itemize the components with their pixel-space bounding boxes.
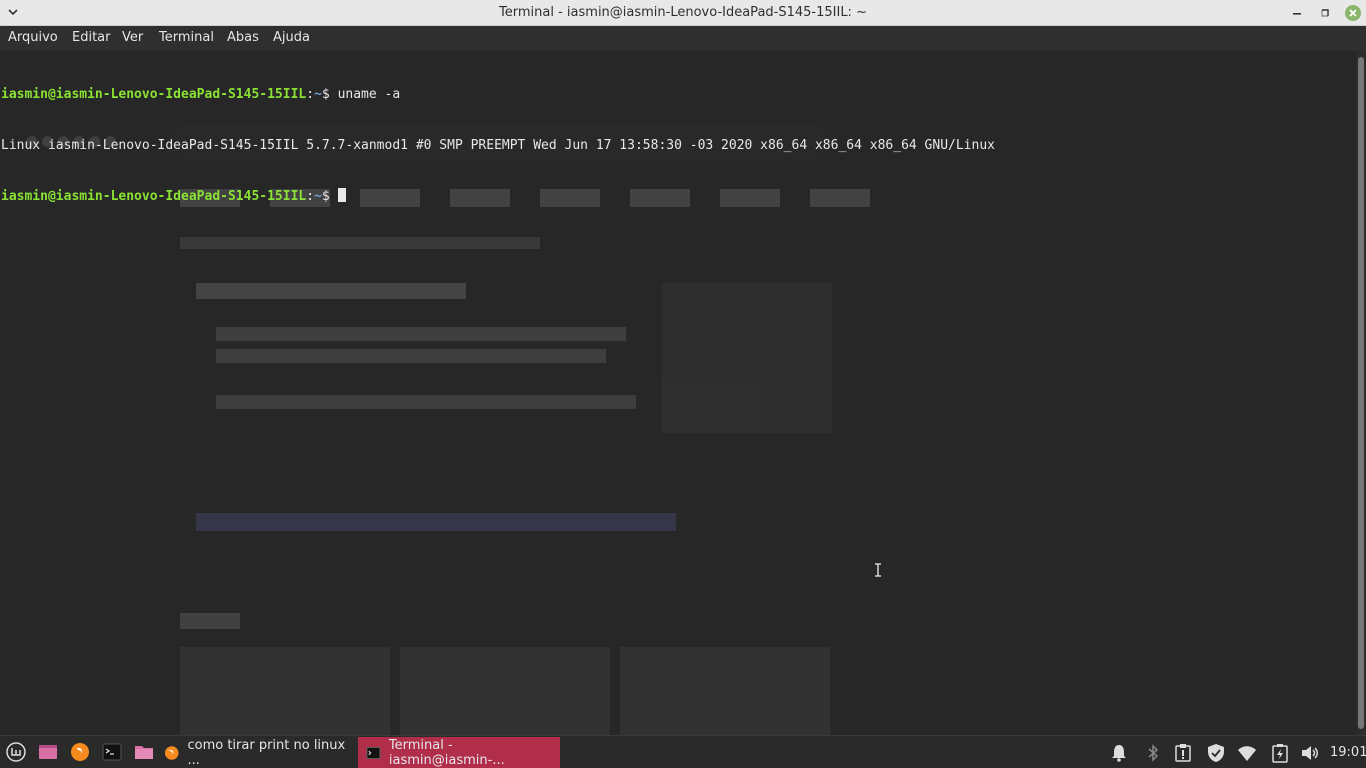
minimize-icon[interactable]	[1288, 4, 1306, 22]
terminal-area[interactable]: ●●●●●● iasmin@iasmin-Lenovo-IdeaPad-S145…	[0, 51, 1366, 735]
terminal-line: iasmin@iasmin-Lenovo-IdeaPad-S145-15IIL:…	[1, 87, 401, 102]
firefox-launcher-icon[interactable]	[70, 742, 90, 762]
shield-icon[interactable]	[1206, 743, 1226, 763]
menu-editar[interactable]: Editar	[72, 30, 111, 45]
terminal-icon	[366, 746, 381, 759]
bluetooth-icon[interactable]	[1143, 743, 1163, 763]
close-icon[interactable]	[1344, 4, 1362, 22]
mint-menu-icon[interactable]	[6, 742, 26, 762]
wifi-icon[interactable]	[1237, 743, 1257, 763]
scrollbar-thumb[interactable]	[1358, 57, 1364, 729]
mouse-ibeam-cursor-icon	[875, 563, 881, 577]
terminal-line: Linux iasmin-Lenovo-IdeaPad-S145-15IIL 5…	[1, 137, 995, 154]
task-firefox-window[interactable]: como tirar print no linux ...	[156, 737, 356, 768]
menu-ver[interactable]: Ver	[122, 30, 143, 45]
notifications-bell-icon[interactable]	[1109, 743, 1129, 763]
clock[interactable]: 19:01	[1330, 745, 1366, 760]
prompt-path: ~	[314, 87, 322, 102]
menu-terminal[interactable]: Terminal	[159, 30, 214, 45]
prompt-path: ~	[314, 189, 322, 204]
background-video-thumbnails	[180, 647, 830, 735]
background-snippet-card	[196, 283, 836, 463]
firefox-icon	[164, 745, 179, 760]
menu-bar: Arquivo Editar Ver Terminal Abas Ajuda	[0, 26, 1366, 51]
command-output: Linux iasmin-Lenovo-IdeaPad-S145-15IIL 5…	[1, 138, 995, 153]
task-label: Terminal - iasmin@iasmin-...	[388, 737, 505, 768]
background-result-link	[196, 513, 676, 531]
prompt-user-host: iasmin@iasmin-Lenovo-IdeaPad-S145-15IIL	[1, 189, 307, 204]
menu-arquivo[interactable]: Arquivo	[8, 30, 58, 45]
files-launcher-icon[interactable]	[134, 742, 154, 762]
taskbar: como tirar print no linux ... Terminal -…	[0, 735, 1366, 768]
task-terminal-window[interactable]: Terminal - iasmin@iasmin-...	[358, 737, 560, 768]
window-titlebar[interactable]: Terminal - iasmin@iasmin-Lenovo-IdeaPad-…	[0, 0, 1366, 26]
menu-abas[interactable]: Abas	[227, 30, 259, 45]
terminal-output: iasmin@iasmin-Lenovo-IdeaPad-S145-15IIL:…	[1, 52, 995, 239]
command-text: uname -a	[337, 87, 401, 102]
menu-ajuda[interactable]: Ajuda	[273, 30, 310, 45]
prompt-user-host: iasmin@iasmin-Lenovo-IdeaPad-S145-15IIL	[1, 87, 307, 102]
maximize-icon[interactable]	[1316, 4, 1334, 22]
background-videos-heading	[180, 613, 240, 629]
terminal-launcher-icon[interactable]	[102, 742, 122, 762]
terminal-scrollbar[interactable]	[1356, 51, 1366, 735]
clipboard-alert-icon[interactable]	[1173, 743, 1193, 763]
window-title: Terminal - iasmin@iasmin-Lenovo-IdeaPad-…	[499, 5, 867, 20]
volume-icon[interactable]	[1300, 743, 1320, 763]
text-cursor	[337, 188, 346, 202]
task-label: como tirar print no linux ...	[187, 737, 346, 768]
battery-charging-icon[interactable]	[1270, 743, 1290, 763]
terminal-line: iasmin@iasmin-Lenovo-IdeaPad-S145-15IIL:…	[1, 188, 995, 205]
show-desktop-icon[interactable]	[38, 742, 58, 762]
